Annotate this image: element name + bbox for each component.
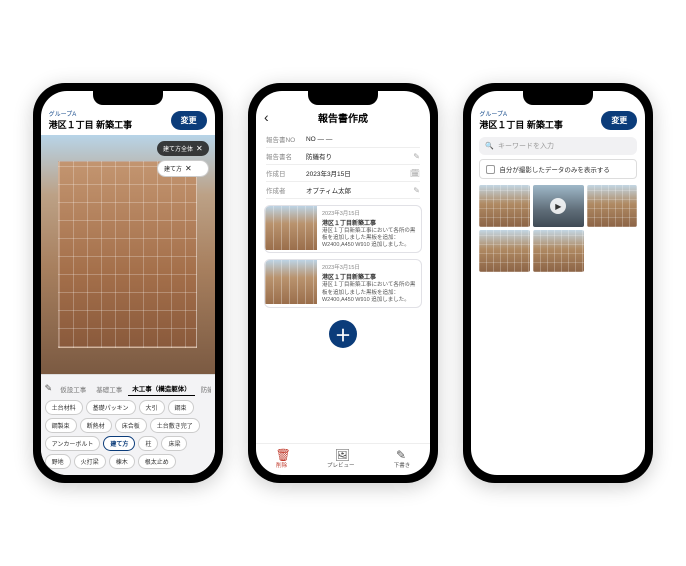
tab-item[interactable]: 基礎工事 (92, 382, 126, 396)
media-grid: ▶ (471, 185, 645, 272)
meta-row: 報告書NO NO — — (266, 131, 420, 148)
tag-chips: 土台材料 基礎パッキン 大引 鋼束 鋼製束 断熱材 床合板 土台敷き完了 アンカ… (45, 400, 211, 469)
screen-gallery: グループA 港区１丁目 新築工事 変更 🔍 キーワードを入力 自分が撮影したデー… (471, 91, 645, 475)
bottom-toolbar: 🗑 削除 🖼 プレビュー ✎ 下書き (256, 443, 430, 475)
meta-row: 作成者 オプティム太郎 ✎ (266, 182, 420, 199)
overlay-mode-button[interactable]: 建て方 ✕ (157, 160, 209, 177)
chip[interactable]: 鋼束 (168, 400, 194, 415)
tab-item[interactable]: 仮設工事 (56, 382, 90, 396)
play-icon: ▶ (550, 198, 566, 214)
media-thumb[interactable] (587, 185, 638, 227)
media-thumb[interactable] (479, 185, 530, 227)
camera-preview: 建て方全体 ✕ 建て方 ✕ (41, 135, 215, 374)
tag-panel: ✎ 仮設工事 基礎工事 木工事（構造躯体） 防蟻処理 土台材料 基礎パッキン 大… (41, 374, 215, 475)
close-icon[interactable]: ✕ (185, 164, 192, 173)
media-thumb[interactable] (479, 230, 530, 272)
chip[interactable]: 基礎パッキン (86, 400, 136, 415)
chip[interactable]: 野地 (45, 454, 71, 469)
card-thumbnail (265, 206, 317, 250)
media-thumb[interactable] (533, 230, 584, 272)
report-card[interactable]: 2023年3月15日 港区１丁目新築工事 港区１丁目新築工事において各所の黒板を… (264, 205, 422, 253)
media-thumb-video[interactable]: ▶ (533, 185, 584, 227)
tab-item-active[interactable]: 木工事（構造躯体） (128, 381, 195, 396)
report-name-input[interactable]: 防蟻有り (306, 151, 413, 161)
edit-icon[interactable]: ✎ (413, 152, 420, 161)
own-data-filter[interactable]: 自分が撮影したデータのみを表示する (479, 159, 637, 179)
chip[interactable]: 断熱材 (80, 418, 112, 433)
delete-button[interactable]: 🗑 削除 (276, 448, 288, 469)
checkbox-icon[interactable] (486, 165, 495, 174)
report-author-input[interactable]: オプティム太郎 (306, 185, 413, 195)
screen-camera-tagging: グループA 港区１丁目 新築工事 変更 建て方全体 ✕ 建て方 ✕ ✎ 仮 (41, 91, 215, 475)
device-notch (308, 89, 378, 105)
project-title: 港区１丁目 新築工事 (49, 118, 133, 131)
page-title: 報告書作成 (282, 110, 404, 125)
chip[interactable]: 鋼製束 (45, 418, 77, 433)
chip[interactable]: 床梁 (161, 436, 187, 451)
trash-icon: 🗑 (276, 448, 288, 460)
report-card[interactable]: 2023年3月15日 港区１丁目新築工事 港区１丁目新築工事において各所の黒板を… (264, 259, 422, 307)
overlay-target-button[interactable]: 建て方全体 ✕ (157, 141, 209, 156)
edit-icon[interactable]: ✎ (413, 186, 420, 195)
category-tabs: ✎ 仮設工事 基礎工事 木工事（構造躯体） 防蟻処理 (45, 379, 211, 400)
chip[interactable]: 土台材料 (45, 400, 83, 415)
phone-mockup-2: ‹ 報告書作成 報告書NO NO — — 報告書名 防蟻有り ✎ 作成日 202… (248, 83, 438, 483)
screen-report-create: ‹ 報告書作成 報告書NO NO — — 報告書名 防蟻有り ✎ 作成日 202… (256, 91, 430, 475)
card-thumbnail (265, 260, 317, 304)
chip[interactable]: 床合板 (115, 418, 147, 433)
report-items: 2023年3月15日 港区１丁目新築工事 港区１丁目新築工事において各所の黒板を… (256, 205, 430, 443)
project-title: 港区１丁目 新築工事 (479, 118, 563, 131)
change-button[interactable]: 変更 (601, 111, 637, 130)
pencil-icon[interactable]: ✎ (45, 383, 53, 394)
change-button[interactable]: 変更 (171, 111, 207, 130)
group-label: グループA (479, 109, 563, 118)
chip[interactable]: 大引 (139, 400, 165, 415)
chip[interactable]: アンカーボルト (45, 436, 101, 451)
back-icon[interactable]: ‹ (264, 109, 278, 125)
chip-selected[interactable]: 建て方 (103, 436, 135, 451)
construction-photo (58, 161, 197, 347)
search-input[interactable]: 🔍 キーワードを入力 (479, 137, 637, 155)
chip[interactable]: 火打梁 (74, 454, 106, 469)
meta-row: 作成日 2023年3月15日 🗓 (266, 165, 420, 182)
search-placeholder: キーワードを入力 (498, 141, 554, 151)
report-no-value: NO — — (306, 136, 420, 143)
draft-icon: ✎ (396, 448, 408, 460)
chip[interactable]: 棟木 (109, 454, 135, 469)
group-label: グループA (49, 109, 133, 118)
calendar-icon[interactable]: 🗓 (410, 169, 420, 178)
draft-button[interactable]: ✎ 下書き (394, 448, 411, 469)
report-metadata: 報告書NO NO — — 報告書名 防蟻有り ✎ 作成日 2023年3月15日 … (256, 129, 430, 205)
preview-button[interactable]: 🖼 プレビュー (327, 448, 355, 469)
phone-mockup-3: グループA 港区１丁目 新築工事 変更 🔍 キーワードを入力 自分が撮影したデー… (463, 83, 653, 483)
device-notch (93, 89, 163, 105)
chip[interactable]: 土台敷き完了 (150, 418, 200, 433)
phone-mockup-1: グループA 港区１丁目 新築工事 変更 建て方全体 ✕ 建て方 ✕ ✎ 仮 (33, 83, 223, 483)
tab-item[interactable]: 防蟻処理 (197, 382, 211, 396)
report-date-input[interactable]: 2023年3月15日 (306, 168, 410, 178)
device-notch (523, 89, 593, 105)
chip[interactable]: 根太止め (138, 454, 176, 469)
image-icon: 🖼 (335, 448, 347, 460)
meta-row: 報告書名 防蟻有り ✎ (266, 148, 420, 165)
chip[interactable]: 柱 (138, 436, 158, 451)
close-icon[interactable]: ✕ (196, 144, 203, 153)
search-icon: 🔍 (485, 142, 494, 150)
add-button[interactable]: ＋ (329, 320, 357, 348)
